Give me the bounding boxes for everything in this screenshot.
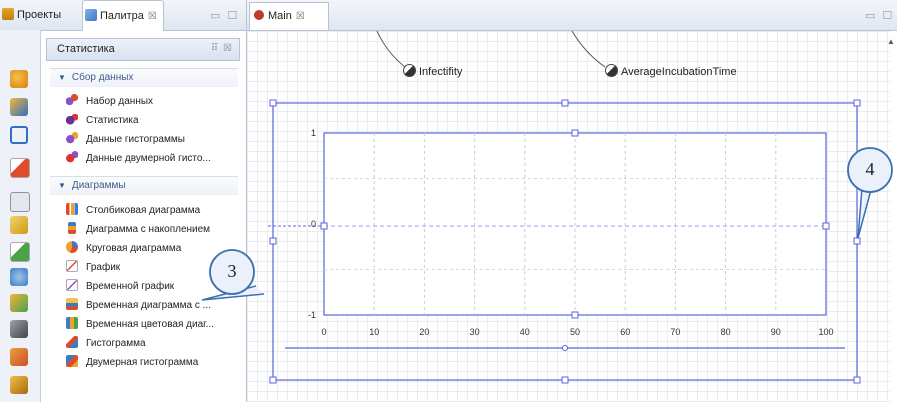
callout-number: 3 [227,261,237,281]
callouts-layer [201,147,893,301]
callout-4-pointer [857,185,873,239]
callout-number: 4 [865,159,875,179]
